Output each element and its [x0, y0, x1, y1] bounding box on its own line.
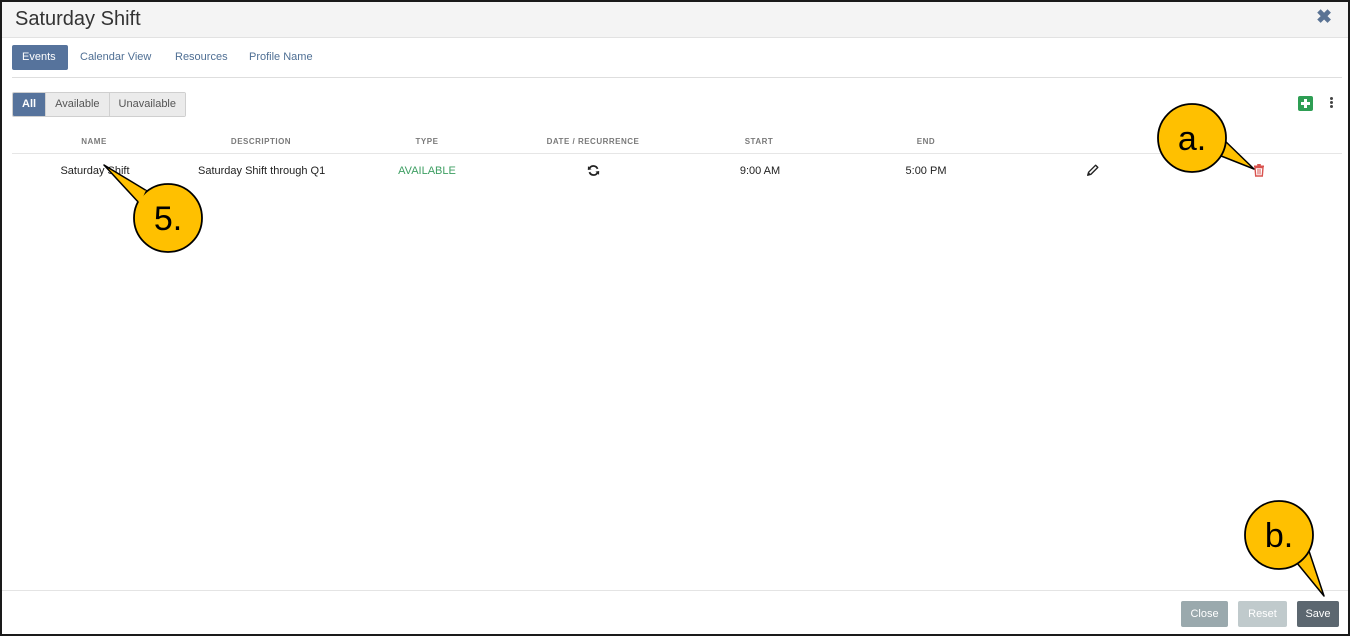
column-header-date-recurrence: DATE / RECURRENCE	[546, 137, 640, 146]
column-header-end: END	[916, 137, 936, 146]
tabs-divider	[12, 77, 1342, 78]
column-header-type: TYPE	[415, 137, 439, 146]
close-icon[interactable]: ✖	[1316, 8, 1332, 28]
dialog-title: Saturday Shift	[15, 8, 141, 30]
recurrence-icon	[587, 165, 600, 176]
filter-unavailable[interactable]: Unavailable	[109, 93, 185, 116]
tab-profile-name[interactable]: Profile Name	[239, 45, 323, 70]
callout-b: b.	[1244, 500, 1325, 597]
column-header-start: START	[744, 137, 774, 146]
dialog-header: Saturday Shift ✖	[2, 2, 1348, 38]
tab-events[interactable]: Events	[12, 45, 68, 70]
tab-resources[interactable]: Resources	[165, 45, 238, 70]
table-header-divider	[12, 153, 1342, 154]
dialog-frame	[0, 0, 1350, 636]
footer-divider	[2, 590, 1348, 591]
pencil-icon[interactable]	[1086, 163, 1100, 177]
column-header-description: DESCRIPTION	[230, 137, 292, 146]
availability-filter: All Available Unavailable	[12, 92, 186, 117]
add-event-icon[interactable]	[1298, 96, 1313, 111]
filter-all[interactable]: All	[13, 93, 47, 116]
column-header-name: NAME	[81, 137, 107, 146]
callout-a-label: a.	[1178, 120, 1206, 158]
callout-5-label: 5.	[154, 200, 182, 238]
cell-end: 5:00 PM	[905, 165, 947, 177]
callout-b-label: b.	[1265, 517, 1293, 555]
cell-type: AVAILABLE	[398, 165, 456, 177]
reset-button[interactable]: Reset	[1238, 601, 1287, 627]
callout-a: a.	[1157, 103, 1255, 173]
callout-5: 5.	[103, 164, 203, 253]
close-button[interactable]: Close	[1181, 601, 1228, 627]
filter-available[interactable]: Available	[46, 93, 110, 116]
cell-start: 9:00 AM	[739, 165, 781, 177]
tab-calendar-view[interactable]: Calendar View	[70, 45, 161, 70]
save-button[interactable]: Save	[1297, 601, 1339, 627]
more-options-icon[interactable]	[1328, 96, 1336, 110]
